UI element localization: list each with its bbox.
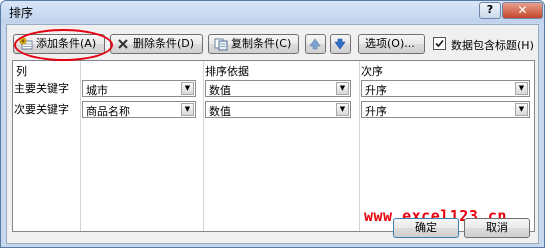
options-button[interactable]: 选项(O)... [358,34,425,54]
sort-on-dropdown-primary[interactable]: 数值 ▼ [205,80,351,97]
arrow-up-icon [309,38,321,50]
cancel-button[interactable]: 取消 [464,218,530,238]
sort-on-value: 数值 [209,84,231,97]
row-label-secondary: 次要关键字 [14,103,69,116]
copy-level-button[interactable]: 复制条件(C) [208,34,299,54]
column-dropdown-primary[interactable]: 城市 ▼ [82,80,196,97]
move-up-button[interactable] [305,34,326,54]
order-dropdown-secondary[interactable]: 升序 ▼ [361,101,530,118]
dropdown-arrow-icon: ▼ [181,103,194,116]
order-dropdown-primary[interactable]: 升序 ▼ [361,80,530,97]
sort-on-value: 数值 [209,105,231,118]
cancel-label: 取消 [486,221,508,234]
delete-icon [118,39,128,49]
delete-level-label: 删除条件(D) [133,37,195,50]
dropdown-arrow-icon: ▼ [515,103,528,116]
column-divider [359,61,360,231]
dropdown-arrow-icon: ▼ [336,103,349,116]
copy-icon [214,38,228,51]
help-button[interactable]: ? [479,2,501,19]
highlight-annotation-oval [14,29,113,61]
column-value: 城市 [86,84,108,97]
sort-dialog: 排序 ? ✕ 添加条件(A) 删除条件(D) 复制条件(C) 选项(O)... … [0,0,545,248]
close-button[interactable]: ✕ [502,2,543,19]
column-divider [203,61,204,231]
checkmark-icon [435,39,444,48]
row-label-primary: 主要关键字 [14,82,69,95]
has-headers-label: 数据包含标题(H) [451,39,534,52]
dropdown-arrow-icon: ▼ [181,82,194,95]
has-headers-checkbox[interactable] [433,37,446,50]
ok-button[interactable]: 确定 [393,218,459,238]
arrow-down-icon [334,38,346,50]
move-down-button[interactable] [330,34,351,54]
order-value: 升序 [365,105,387,118]
order-value: 升序 [365,84,387,97]
title-bar: 排序 ? ✕ [1,1,544,23]
dialog-body: 添加条件(A) 删除条件(D) 复制条件(C) 选项(O)... 数据包含标题(… [6,24,539,244]
dropdown-arrow-icon: ▼ [515,82,528,95]
options-label: 选项(O)... [365,37,415,50]
header-sort-on: 排序依据 [205,65,249,78]
copy-level-label: 复制条件(C) [231,37,292,50]
header-column: 列 [16,65,27,78]
column-dropdown-secondary[interactable]: 商品名称 ▼ [82,101,196,118]
dialog-title: 排序 [9,6,34,20]
column-value: 商品名称 [86,105,130,118]
dropdown-arrow-icon: ▼ [336,82,349,95]
column-divider [80,61,81,231]
ok-label: 确定 [415,221,437,234]
sort-on-dropdown-secondary[interactable]: 数值 ▼ [205,101,351,118]
header-order: 次序 [361,65,383,78]
delete-level-button[interactable]: 删除条件(D) [110,34,203,54]
